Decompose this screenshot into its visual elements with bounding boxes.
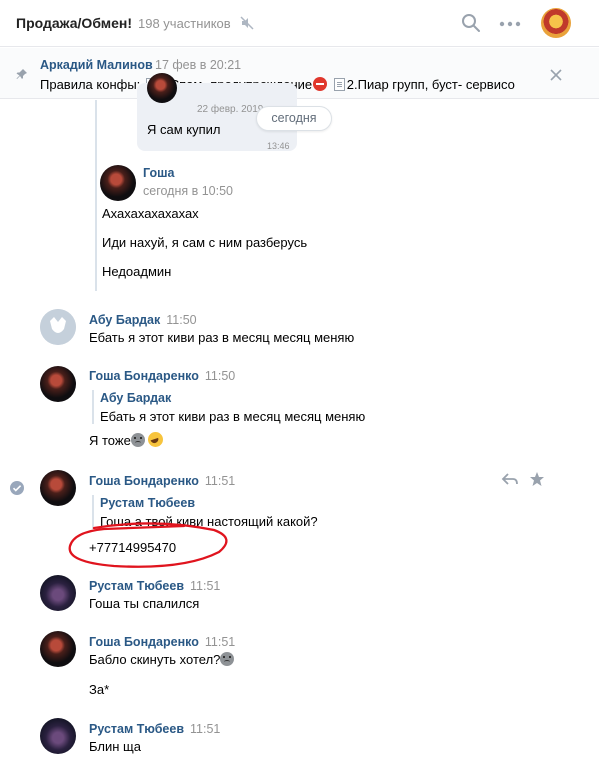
forward-line [92, 390, 94, 424]
message-time: 11:51 [204, 635, 236, 649]
pin-icon [16, 68, 28, 83]
message-author[interactable]: Гоша Бондаренко [89, 635, 199, 649]
message-time: 11:51 [190, 722, 221, 736]
message-text: Блин ща [89, 739, 141, 754]
message-time: 11:51 [204, 474, 236, 488]
members-count[interactable]: 198 участников [138, 16, 231, 31]
sad-face-icon [130, 433, 145, 447]
forward-line [95, 100, 97, 156]
search-icon[interactable] [461, 13, 481, 36]
avatar [147, 73, 177, 103]
message-time: 11:51 [190, 579, 221, 593]
star-icon[interactable] [529, 471, 545, 490]
reply-icon[interactable] [501, 472, 519, 489]
message-author[interactable]: Рустам Тюбеев [89, 722, 184, 736]
message-text: Я тоже [89, 432, 164, 449]
forwarded-text: Ебать я этот киви раз в месяц месяц меня… [100, 409, 366, 424]
rofl-emoji-icon [148, 432, 164, 447]
more-icon[interactable] [499, 14, 521, 37]
forwarded-author[interactable]: Рустам Тюбеев [100, 496, 195, 510]
message-author[interactable]: Рустам Тюбеев [89, 579, 184, 593]
avatar[interactable] [40, 718, 76, 754]
message-header: Гоша Бондаренко 11:51 [89, 473, 235, 488]
message-text-content: Я тоже [89, 433, 131, 448]
pinned-author[interactable]: Аркадий Малинов [40, 58, 153, 72]
avatar[interactable] [40, 366, 76, 402]
bubble-text: Я сам купил [147, 122, 221, 137]
message-text-content: Бабло скинуть хотел? [89, 652, 221, 667]
avatar[interactable] [40, 575, 76, 611]
pinned-rule-2: 2.Пиар групп, буст- сервисо [346, 77, 515, 92]
message-author[interactable]: Гоша Бондаренко [89, 474, 199, 488]
avatar[interactable] [40, 309, 76, 345]
message-text: Гоша ты спалился [89, 596, 200, 611]
document-icon [333, 78, 345, 91]
date-separator: сегодня [256, 106, 332, 131]
message-header: Гоша Бондаренко 11:50 [89, 368, 235, 383]
message-author[interactable]: Абу Бардак [89, 313, 160, 327]
message-author[interactable]: Гоша Бондаренко [89, 369, 199, 383]
message-time: 11:50 [204, 369, 236, 383]
message-text: Иди нахуй, я сам с ним разберусь [102, 235, 308, 250]
message-text: Ахахахахахахах [102, 206, 199, 221]
avatar[interactable] [40, 470, 76, 506]
red-circle-annotation [68, 522, 228, 568]
avatar[interactable] [40, 631, 76, 667]
bubble-time: 13:46 [267, 141, 290, 151]
sad-face-icon [220, 652, 235, 666]
avatar[interactable] [100, 165, 136, 201]
message-header: Рустам Тюбеев 11:51 [89, 721, 220, 736]
message-time: 11:50 [166, 313, 197, 327]
message-text: Бабло скинуть хотел? [89, 651, 235, 668]
message-header: Гоша Бондаренко 11:51 [89, 634, 235, 649]
message-text: Ебать я этот киви раз в месяц месяц меня… [89, 330, 355, 345]
message-header: Рустам Тюбеев 11:51 [89, 578, 220, 593]
selected-check-icon[interactable] [10, 481, 24, 495]
pinned-date: 17 фев в 20:21 [155, 58, 242, 72]
no-entry-icon [313, 77, 328, 91]
message-header: Абу Бардак 11:50 [89, 312, 197, 327]
muted-icon [240, 16, 254, 33]
chat-avatar[interactable] [541, 8, 571, 38]
pinned-message[interactable]: Аркадий Малинов 17 фев в 20:21 Правила к… [0, 48, 599, 99]
message-time: сегодня в 10:50 [143, 184, 233, 198]
close-icon[interactable] [549, 68, 563, 85]
forwarded-author[interactable]: Абу Бардак [100, 391, 171, 405]
forward-line [95, 156, 97, 291]
chat-header: Продажа/Обмен! 198 участников [0, 0, 599, 47]
pinned-prefix: Правила конфы: [40, 77, 141, 92]
message-text: За* [89, 682, 110, 697]
chat-title[interactable]: Продажа/Обмен! [16, 15, 132, 31]
message-text: Недоадмин [102, 264, 172, 279]
message-author[interactable]: Гоша [143, 166, 174, 180]
